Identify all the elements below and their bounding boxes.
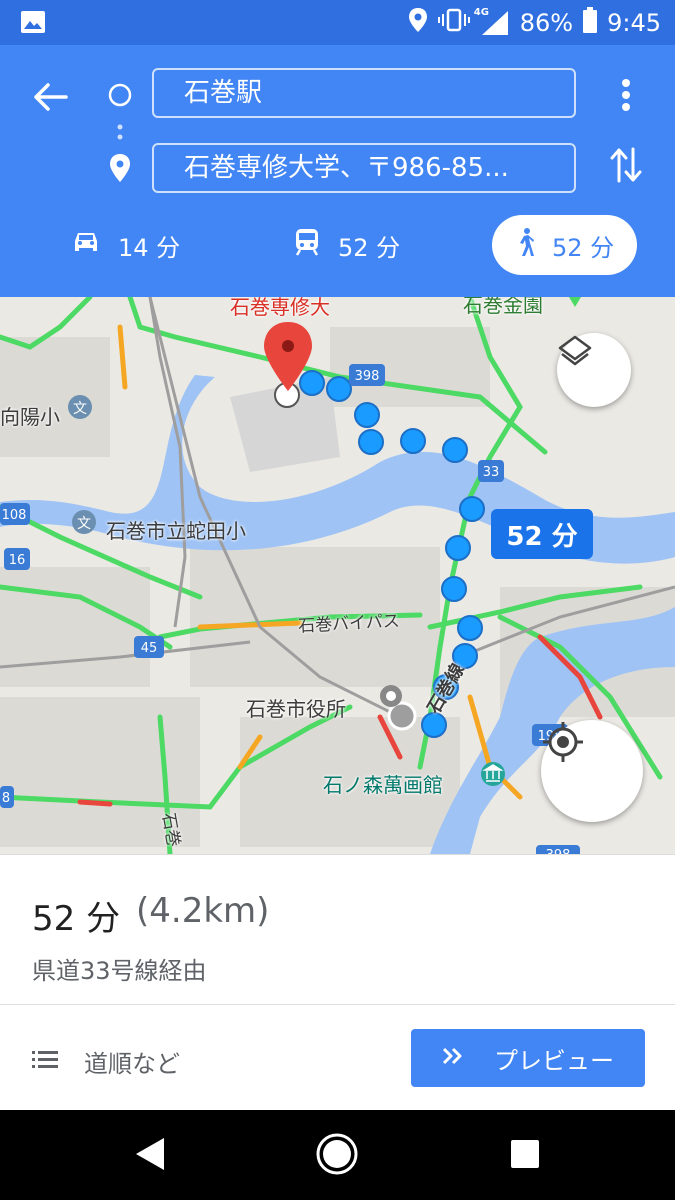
- image-icon: [20, 10, 46, 34]
- train-icon: [294, 228, 320, 262]
- location-icon: [408, 7, 428, 39]
- battery-percent: 86%: [519, 8, 574, 37]
- map-label-school[interactable]: 向陽小: [0, 401, 60, 430]
- network-type: 4G: [473, 6, 489, 18]
- signal-icon: 4G: [474, 7, 510, 37]
- swap-icon[interactable]: [608, 145, 644, 185]
- map-view[interactable]: 398 33 108 16 45 198 398 8 文 文 石巻専修大 石巻金…: [0, 297, 675, 854]
- destination-pin-icon: [108, 153, 132, 183]
- back-arrow-icon[interactable]: [30, 77, 70, 117]
- summary-distance: (4.2km): [136, 891, 270, 931]
- double-chevron-icon: [442, 1044, 464, 1072]
- map-label-school-hebita[interactable]: 石巻市立蛇田小: [106, 515, 246, 544]
- park-icon: [569, 297, 581, 307]
- nav-recents-icon[interactable]: [503, 1132, 547, 1176]
- shield-108: 108: [2, 508, 27, 523]
- action-bar: 道順など プレビュー: [0, 1004, 675, 1111]
- car-time: 14 分: [118, 233, 181, 262]
- battery-icon: [583, 6, 598, 39]
- preview-button[interactable]: プレビュー: [411, 1029, 645, 1087]
- nav-home-icon[interactable]: [315, 1132, 359, 1176]
- transit-time: 52 分: [338, 233, 401, 262]
- svg-text:文: 文: [73, 401, 87, 417]
- shield-45: 45: [141, 641, 158, 656]
- steps-label: 道順など: [84, 1049, 180, 1078]
- svg-text:文: 文: [77, 516, 91, 532]
- clock: 9:45: [607, 8, 661, 37]
- origin-marker: [387, 701, 417, 731]
- origin-field[interactable]: 石巻駅: [152, 68, 576, 118]
- list-icon: [32, 1047, 58, 1075]
- my-location-button[interactable]: [541, 720, 643, 822]
- layers-button[interactable]: [557, 333, 631, 407]
- walk-time: 52 分: [552, 233, 615, 262]
- status-icons: 4G 86% 9:45: [408, 0, 661, 45]
- map-label-city-hall[interactable]: 石巻市役所: [246, 693, 346, 722]
- walk-icon: [514, 227, 536, 263]
- map-label-university[interactable]: 石巻専修大: [230, 297, 330, 320]
- nav-back-icon[interactable]: [128, 1132, 172, 1176]
- status-bar: 4G 86% 9:45: [0, 0, 675, 45]
- route-time-badge[interactable]: 52 分: [491, 509, 593, 559]
- shield-16: 16: [9, 553, 26, 568]
- car-icon: [72, 230, 100, 260]
- directions-header: 石巻駅 石巻専修大学、〒986-85... 14 分 52 分 52 分: [0, 45, 675, 297]
- map-label-museum[interactable]: 石ノ森萬画館: [323, 769, 443, 798]
- mode-car[interactable]: 14 分: [72, 215, 180, 275]
- vibrate-icon: [437, 8, 470, 38]
- summary-via: 県道33号線経由: [32, 957, 207, 985]
- shield-398: 398: [355, 369, 380, 384]
- route-summary[interactable]: 52 分 (4.2km) 県道33号線経由: [0, 854, 675, 1005]
- mode-transit[interactable]: 52 分: [294, 215, 400, 275]
- map-label-garden[interactable]: 石巻金園: [463, 297, 543, 318]
- more-options-icon[interactable]: [614, 75, 638, 115]
- origin-circle-icon: [108, 83, 132, 107]
- mode-walk[interactable]: 52 分: [492, 215, 637, 275]
- shield-33: 33: [483, 465, 500, 480]
- map-label-bypass: 石巻バイパス: [297, 611, 401, 637]
- steps-button[interactable]: 道順など: [32, 1041, 180, 1081]
- destination-field[interactable]: 石巻専修大学、〒986-85...: [152, 143, 576, 193]
- shield-8: 8: [2, 791, 10, 806]
- summary-time: 52 分: [32, 899, 121, 939]
- system-nav-bar: [0, 1110, 675, 1200]
- preview-label: プレビュー: [494, 1046, 614, 1075]
